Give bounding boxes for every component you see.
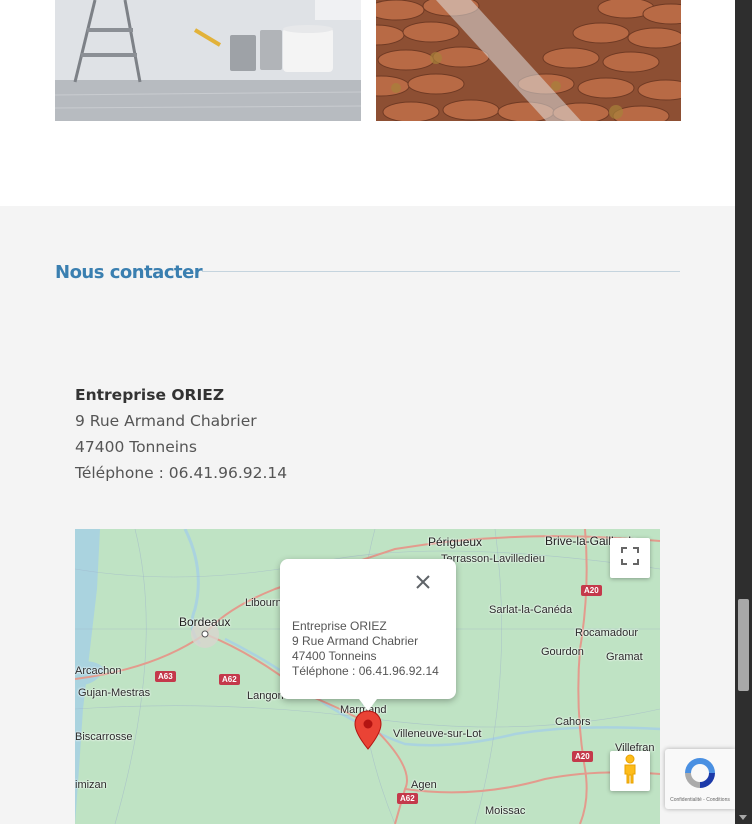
company-name: Entreprise ORIEZ [75, 386, 225, 404]
map-label-biscarrosse: Biscarrosse [75, 731, 133, 743]
map-label-agen: Agen [411, 779, 437, 791]
pegman-icon [622, 754, 638, 789]
scroll-down-icon[interactable] [739, 815, 747, 820]
info-street: 9 Rue Armand Chabrier [292, 634, 419, 648]
road-badge-a62: A62 [219, 674, 240, 685]
info-company: Entreprise ORIEZ [292, 619, 387, 633]
map-label-gramat: Gramat [606, 651, 643, 663]
contact-address: Entreprise ORIEZ 9 Rue Armand Chabrier 4… [75, 382, 287, 486]
street-address: 9 Rue Armand Chabrier [75, 412, 257, 430]
info-window-address: Entreprise ORIEZ 9 Rue Armand Chabrier 4… [292, 619, 439, 679]
gallery-section [0, 0, 735, 206]
painting-photo[interactable] [55, 0, 361, 121]
title-divider [202, 271, 680, 272]
map-label-gourdon: Gourdon [541, 646, 584, 658]
roof-tiles-photo[interactable] [376, 0, 681, 121]
map-label-gujan: Gujan-Mestras [78, 687, 151, 699]
phone-number: Téléphone : 06.41.96.92.14 [75, 464, 288, 482]
road-badge-a63: A63 [155, 671, 176, 682]
map-marker-icon[interactable] [354, 710, 382, 750]
recaptcha-footer[interactable]: Confidentialité - Conditions [665, 797, 735, 803]
roof-tiles-illustration [376, 0, 681, 121]
map-label-mimizan: imizan [75, 779, 107, 791]
map-info-window: Entreprise ORIEZ 9 Rue Armand Chabrier 4… [280, 559, 456, 711]
map-label-arcachon: Arcachon [75, 665, 122, 677]
recaptcha-logo-icon [682, 755, 718, 796]
section-title: Nous contacter [55, 262, 203, 283]
map-label-terrasson: Terrasson-Lavilledieu [441, 553, 545, 565]
road-badge-a62-south: A62 [397, 793, 418, 804]
map-label-sarlat: Sarlat-la-Canéda [489, 604, 573, 616]
info-city: 47400 Tonneins [292, 649, 377, 663]
scrollbar-thumb[interactable] [738, 599, 749, 691]
road-badge-a20-south: A20 [572, 751, 593, 762]
map-label-bordeaux: Bordeaux [179, 615, 231, 629]
fullscreen-icon [621, 546, 639, 570]
fullscreen-button[interactable] [610, 538, 650, 578]
painting-illustration [55, 0, 361, 121]
map-label-perigueux: Périgueux [428, 535, 483, 549]
map-label-moissac: Moissac [485, 805, 526, 817]
road-badge-a20: A20 [581, 585, 602, 596]
map-label-libourne: Libourn [245, 597, 282, 609]
map-label-langon: Langon [247, 690, 284, 702]
contact-section: Nous contacter Entreprise ORIEZ 9 Rue Ar… [0, 206, 735, 824]
recaptcha-badge[interactable]: Confidentialité - Conditions [665, 749, 735, 809]
info-phone: Téléphone : 06.41.96.92.14 [292, 664, 439, 678]
page-scrollbar[interactable] [735, 0, 752, 824]
map-label-cahors: Cahors [555, 716, 591, 728]
city-address: 47400 Tonneins [75, 438, 197, 456]
google-map[interactable]: Périgueux Brive-la-Gaillarde Terrasson-L… [75, 529, 660, 824]
map-label-rocamadour: Rocamadour [575, 627, 638, 639]
map-label-villeneuve: Villeneuve-sur-Lot [393, 728, 482, 740]
close-icon[interactable] [414, 573, 432, 591]
street-view-button[interactable] [610, 751, 650, 791]
